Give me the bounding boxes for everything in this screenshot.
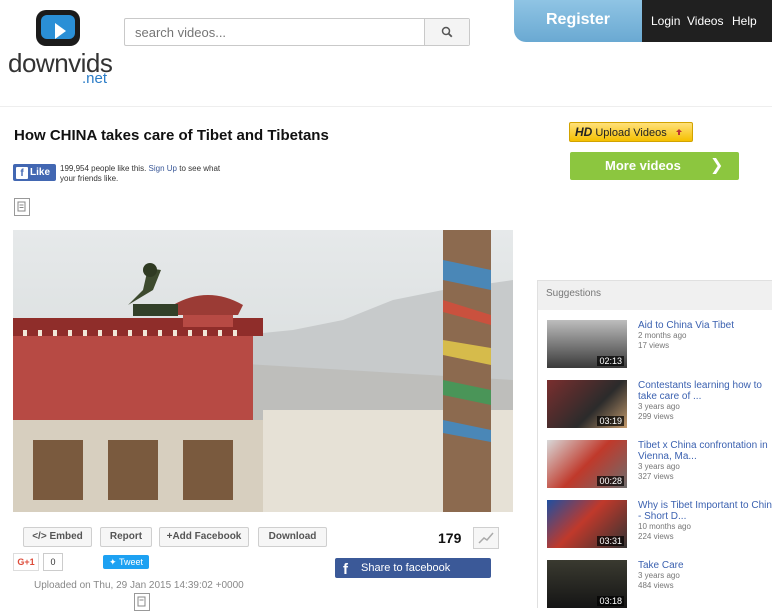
- upload-date: Uploaded on Thu, 29 Jan 2015 14:39:02 +0…: [34, 580, 244, 591]
- suggestion-title[interactable]: Why is Tibet Important to China - Short …: [638, 500, 772, 522]
- search-input[interactable]: [125, 19, 431, 45]
- top-nav: Register Login Videos Help: [514, 0, 772, 42]
- logo-tld-text: .net: [82, 70, 108, 87]
- suggestion-duration: 02:13: [597, 356, 624, 366]
- register-button[interactable]: Register: [514, 0, 642, 42]
- suggestion-age: 10 months ago: [638, 522, 691, 531]
- help-link[interactable]: Help: [732, 14, 757, 28]
- add-facebook-button[interactable]: +Add Facebook: [159, 527, 249, 547]
- videos-link[interactable]: Videos: [687, 14, 723, 28]
- download-button[interactable]: Download: [258, 527, 327, 547]
- tv-logo-icon: [36, 10, 80, 46]
- facebook-like-text: 199,954 people like this. Sign Up to see…: [60, 164, 221, 183]
- login-link[interactable]: Login: [651, 14, 680, 28]
- google-plus-button[interactable]: G+1: [13, 553, 39, 571]
- suggestion-age: 3 years ago: [638, 571, 680, 580]
- view-count: 179: [438, 530, 462, 546]
- facebook-icon: f: [343, 561, 348, 578]
- suggestion-title[interactable]: Contestants learning how to take care of…: [638, 380, 772, 402]
- document-icon[interactable]: [14, 198, 30, 216]
- stats-chart-icon[interactable]: [473, 527, 499, 549]
- suggestion-thumbnail[interactable]: 02:13: [547, 320, 627, 368]
- video-player[interactable]: [13, 230, 513, 512]
- suggestion-title[interactable]: Take Care: [638, 560, 772, 571]
- suggestion-views: 299 views: [638, 412, 674, 421]
- arrow-icon: [675, 129, 682, 135]
- twitter-bird-icon: ✦: [109, 557, 117, 567]
- site-logo[interactable]: downvids .net: [8, 8, 118, 87]
- search-icon: [441, 26, 453, 38]
- share-facebook-button[interactable]: f Share to facebook: [335, 558, 491, 578]
- user-nav-bar: Login Videos Help: [642, 0, 772, 42]
- suggestion-title[interactable]: Aid to China Via Tibet: [638, 320, 772, 331]
- report-button[interactable]: Report: [100, 527, 152, 547]
- suggestion-thumbnail[interactable]: 00:28: [547, 440, 627, 488]
- facebook-signup-link[interactable]: Sign Up: [149, 164, 177, 173]
- document-icon[interactable]: [134, 593, 150, 611]
- facebook-like-button[interactable]: f Like: [13, 164, 56, 181]
- suggestion-item[interactable]: 03:18 Take Care 3 years ago 484 views: [547, 550, 772, 608]
- suggestion-thumbnail[interactable]: 03:19: [547, 380, 627, 428]
- suggestion-duration: 03:31: [597, 536, 624, 546]
- suggestions-list: 02:13 Aid to China Via Tibet 2 months ag…: [538, 310, 772, 610]
- suggestion-thumbnail[interactable]: 03:18: [547, 560, 627, 608]
- more-videos-button[interactable]: More videos ❯: [570, 152, 739, 180]
- suggestion-views: 484 views: [638, 581, 674, 590]
- suggestion-item[interactable]: 02:13 Aid to China Via Tibet 2 months ag…: [547, 310, 772, 368]
- embed-button[interactable]: </> Embed: [23, 527, 92, 547]
- hd-badge: HD: [575, 125, 593, 139]
- suggestion-duration: 03:18: [597, 596, 624, 606]
- suggestion-age: 2 months ago: [638, 331, 687, 340]
- video-title: How CHINA takes care of Tibet and Tibeta…: [14, 127, 329, 144]
- suggestion-title[interactable]: Tibet x China confrontation in Vienna, M…: [638, 440, 772, 462]
- chevron-right-icon: ❯: [710, 157, 724, 174]
- suggestion-duration: 03:19: [597, 416, 624, 426]
- video-frame-image: [13, 230, 513, 512]
- suggestion-duration: 00:28: [597, 476, 624, 486]
- google-plus-count: 0: [43, 553, 63, 571]
- suggestion-age: 3 years ago: [638, 462, 680, 471]
- hd-upload-button[interactable]: HD Upload Videos: [569, 122, 693, 142]
- suggestion-views: 224 views: [638, 532, 674, 541]
- search-box: [124, 18, 470, 46]
- suggestion-item[interactable]: 03:19 Contestants learning how to take c…: [547, 370, 772, 428]
- suggestion-views: 327 views: [638, 472, 674, 481]
- facebook-icon: f: [16, 167, 28, 179]
- suggestion-item[interactable]: 00:28 Tibet x China confrontation in Vie…: [547, 430, 772, 488]
- suggestion-age: 3 years ago: [638, 402, 680, 411]
- header-divider: [0, 106, 772, 107]
- tweet-button[interactable]: ✦ Tweet: [103, 555, 149, 569]
- suggestions-heading: Suggestions: [546, 288, 602, 299]
- suggestions-panel: Suggestions 02:13 Aid to China Via Tibet…: [537, 280, 772, 610]
- suggestion-item[interactable]: 03:31 Why is Tibet Important to China - …: [547, 490, 772, 548]
- search-button[interactable]: [424, 19, 469, 45]
- suggestion-thumbnail[interactable]: 03:31: [547, 500, 627, 548]
- suggestion-views: 17 views: [638, 341, 670, 350]
